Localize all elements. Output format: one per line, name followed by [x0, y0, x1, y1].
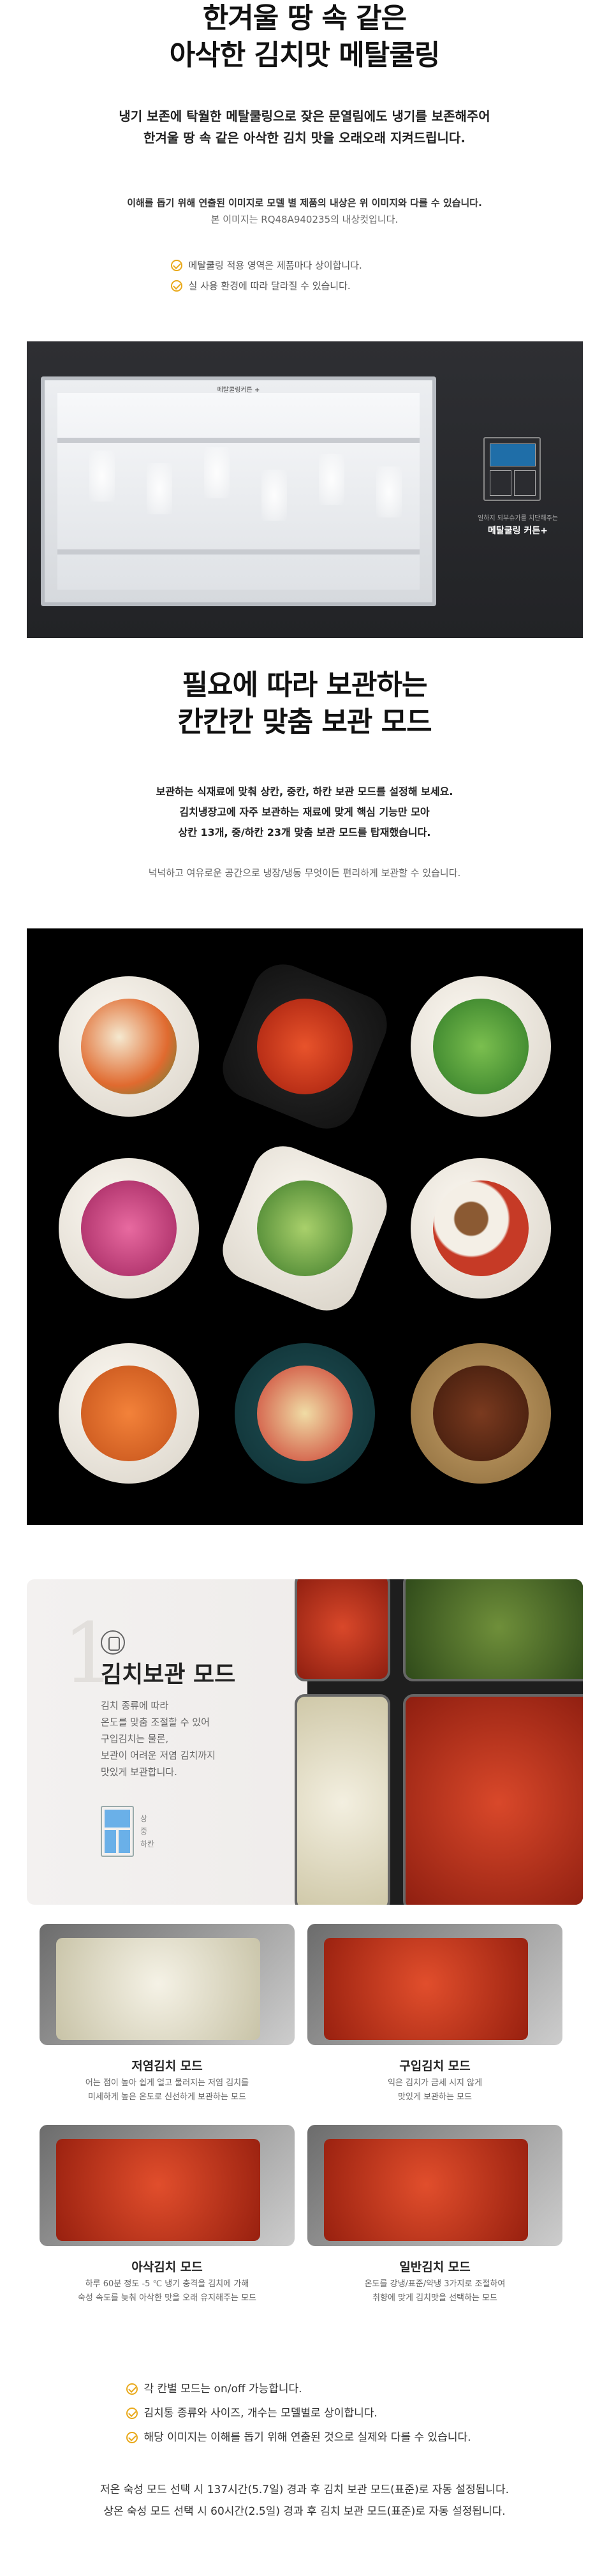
desc-line: 맛있게 보관합니다.: [101, 1766, 177, 1778]
check-text: 실 사용 환경에 따라 달라질 수 있습니다.: [188, 280, 351, 292]
desc-line: 미세하게 높은 온도로 신선하게 보관하는 모드: [88, 2092, 246, 2102]
desc-line: 온도를 강냉/표준/약냉 3가지로 조절하여: [364, 2279, 506, 2289]
mode-description: 익은 김치가 금세 시지 않게 맛있게 보관하는 모드: [307, 2076, 562, 2104]
title-line: 한겨울 땅 속 같은: [202, 2, 407, 34]
desc-line: 보관이 어려운 저염 김치까지: [101, 1750, 216, 1761]
food-plate: [411, 1158, 551, 1299]
title-line: 칸칸칸 맞춤 보관 모드: [177, 706, 432, 738]
note-line: 상온 숙성 모드 선택 시 60시간(2.5일) 경과 후 김치 보관 모드(표…: [103, 2505, 506, 2518]
desc-line: 김치 종류에 따라: [101, 1700, 169, 1711]
desc-line: 구입김치는 물론,: [101, 1733, 169, 1745]
mode-card-low-salt: 저염김치 모드 어는 점이 높아 쉽게 얼고 물러지는 저염 김치를 미세하게 …: [40, 1924, 295, 2104]
kimchi-mode-title: 김치보관 모드: [101, 1662, 236, 1688]
food-plate: [213, 955, 397, 1138]
final-notes: 저온 숙성 모드 선택 시 137시간(5.7일) 경과 후 김치 보관 모드(…: [0, 2479, 609, 2522]
mode-name: 일반김치 모드: [399, 2260, 471, 2274]
mode-card-general: 일반김치 모드 온도를 강냉/표준/약냉 3가지로 조절하여 취향에 맞게 김치…: [307, 2125, 562, 2305]
desc-line: 냉기 보존에 탁월한 메탈쿨링으로 잦은 문열림에도 냉기를 보존해주어: [119, 108, 490, 124]
check-circle-icon: [126, 2432, 138, 2443]
compartment-label: 하칸: [140, 1840, 155, 1849]
check-item: 실 사용 환경에 따라 달라질 수 있습니다.: [170, 276, 439, 296]
compartment-labels: 상 중 하칸: [140, 1812, 154, 1850]
mode-card-crisp: 아삭김치 모드 하루 60분 정도 -5 ℃ 냉기 충격을 김치에 가해 숙성 …: [40, 2125, 295, 2305]
desc-line: 숙성 속도를 늦춰 아삭한 맛을 오래 유지해주는 모드: [77, 2293, 257, 2303]
check-circle-icon: [126, 2408, 138, 2419]
page: 한겨울 땅 속 같은 아삭한 김치맛 메탈쿨링 냉기 보존에 탁월한 메탈쿨링으…: [0, 0, 609, 2576]
check-text: 해당 이미지는 이해를 돕기 위해 연출된 것으로 실제와 다를 수 있습니다.: [143, 2431, 471, 2444]
mode-image: [40, 1924, 295, 2045]
desc-line: 어는 점이 높아 쉽게 얼고 물러지는 저염 김치를: [85, 2078, 249, 2088]
food-plate: [213, 1136, 397, 1320]
image-disclaimer: 이해를 돕기 위해 연출된 이미지로 모델 별 제품의 내상은 위 이미지와 다…: [127, 197, 482, 209]
mode-description: 어는 점이 높아 쉽게 얼고 물러지는 저염 김치를 미세하게 높은 온도로 신…: [40, 2076, 295, 2104]
check-text: 각 칸별 모드는 on/off 가능합니다.: [143, 2383, 302, 2395]
food-plate: [411, 976, 551, 1117]
metal-cooling-title: 한겨울 땅 속 같은 아삭한 김치맛 메탈쿨링: [0, 0, 609, 74]
check-text: 김치통 종류와 사이즈, 개수는 모델별로 상이합니다.: [143, 2407, 378, 2420]
check-item: 각 칸별 모드는 on/off 가능합니다.: [126, 2377, 483, 2401]
food-plate: [235, 1343, 375, 1484]
kimchi-containers-image: [295, 1579, 583, 1905]
desc-line: 보관하는 식재료에 맞춰 상칸, 중칸, 하칸 보관 모드를 설정해 보세요.: [156, 785, 453, 798]
kimchi-mode-description: 김치 종류에 따라 온도를 맞춤 조절할 수 있어 구입김치는 물론, 보관이 …: [101, 1697, 228, 1780]
metal-cooling-banner-image: 메탈쿨링커튼 + 일하지 되부슈가를 치단해주는 메탈쿨링 커튼+: [27, 341, 583, 638]
food-grid-image: [27, 928, 583, 1525]
kimchi-jar-icon: [101, 1630, 125, 1655]
compartment-label: 상: [140, 1814, 148, 1823]
banner-caption: 메탈쿨링 커튼+: [488, 526, 548, 536]
title-line: 필요에 따라 보관하는: [182, 669, 428, 701]
note-line: 저온 숙성 모드 선택 시 137시간(5.7일) 경과 후 김치 보관 모드(…: [99, 2483, 510, 2496]
metal-cooling-notes: 이해를 돕기 위해 연출된 이미지로 모델 별 제품의 내상은 위 이미지와 다…: [0, 195, 609, 228]
desc-line: 김치냉장고에 자주 보관하는 재료에 맞게 핵심 기능만 모아: [179, 806, 430, 818]
metal-cooling-description: 냉기 보존에 탁월한 메탈쿨링으로 잦은 문열림에도 냉기를 보존해주어 한겨울…: [0, 105, 609, 149]
storage-mode-note: 넉넉하고 여유로운 공간으로 냉장/냉동 무엇이든 편리하게 보관할 수 있습니…: [0, 865, 609, 881]
mode-image: [307, 1924, 562, 2045]
food-plate: [59, 1343, 199, 1484]
desc-line: 한겨울 땅 속 같은 아삭한 김치 맛을 오래오래 지켜드립니다.: [143, 130, 466, 145]
mode-name: 구입김치 모드: [399, 2059, 471, 2073]
storage-mode-title: 필요에 따라 보관하는 칸칸칸 맞춤 보관 모드: [0, 667, 609, 741]
check-item: 김치통 종류와 사이즈, 개수는 모델별로 상이합니다.: [126, 2401, 483, 2425]
kimchi-mode-card: 1 김치보관 모드 김치 종류에 따라 온도를 맞춤 조절할 수 있어 구입김치…: [27, 1579, 583, 1905]
mode-image: [40, 2125, 295, 2246]
desc-line: 하루 60분 정도 -5 ℃ 냉기 충격을 김치에 가해: [85, 2279, 249, 2289]
metal-cooling-checklist: 메탈쿨링 적용 영역은 제품마다 상이합니다. 실 사용 환경에 따라 달라질 …: [0, 255, 609, 296]
check-item: 해당 이미지는 이해를 돕기 위해 연출된 것으로 실제와 다를 수 있습니다.: [126, 2425, 483, 2450]
check-text: 메탈쿨링 적용 영역은 제품마다 상이합니다.: [188, 260, 362, 271]
food-plate: [59, 976, 199, 1117]
final-checklist: 각 칸별 모드는 on/off 가능합니다. 김치통 종류와 사이즈, 개수는 …: [0, 2377, 609, 2450]
mode-image: [307, 2125, 562, 2246]
fridge-compartment-icon: [101, 1806, 134, 1857]
check-circle-icon: [170, 280, 182, 292]
fridge-interior-image: 메탈쿨링커튼 +: [41, 376, 436, 606]
storage-mode-description: 보관하는 식재료에 맞춰 상칸, 중칸, 하칸 보관 모드를 설정해 보세요. …: [0, 782, 609, 843]
title-line: 아삭한 김치맛 메탈쿨링: [169, 39, 440, 71]
compartment-label: 중: [140, 1827, 148, 1836]
desc-line: 맛있게 보관하는 모드: [398, 2092, 472, 2102]
note-line: 넉넉하고 여유로운 공간으로 냉장/냉동 무엇이든 편리하게 보관할 수 있습니…: [148, 867, 461, 879]
desc-line: 취향에 맞게 김치맛을 선택하는 모드: [372, 2293, 497, 2303]
desc-line: 상칸 13개, 중/하칸 23개 맞춤 보관 모드를 탑재했습니다.: [178, 826, 431, 838]
check-circle-icon: [126, 2383, 138, 2395]
mode-card-purchased: 구입김치 모드 익은 김치가 금세 시지 않게 맛있게 보관하는 모드: [307, 1924, 562, 2104]
desc-line: 온도를 맞춤 조절할 수 있어: [101, 1716, 210, 1728]
model-note: 본 이미지는 RQ48A940235의 내상컷입니다.: [210, 214, 399, 225]
fridge-label: 메탈쿨링커튼 +: [217, 387, 260, 394]
mode-description: 온도를 강냉/표준/약냉 3가지로 조절하여 취향에 맞게 김치맛을 선택하는 …: [307, 2277, 562, 2305]
mode-name: 저염김치 모드: [131, 2059, 203, 2073]
mode-name: 아삭김치 모드: [131, 2260, 203, 2274]
desc-line: 익은 김치가 금세 시지 않게: [387, 2078, 483, 2088]
banner-caption-small: 일하지 되부슈가를 치단해주는: [478, 515, 558, 522]
food-plate: [411, 1343, 551, 1484]
check-circle-icon: [170, 260, 182, 271]
mode-description: 하루 60분 정도 -5 ℃ 냉기 충격을 김치에 가해 숙성 속도를 늦춰 아…: [40, 2277, 295, 2305]
food-plate: [59, 1158, 199, 1299]
check-item: 메탈쿨링 적용 영역은 제품마다 상이합니다.: [170, 255, 439, 276]
fridge-diagram-icon: [483, 437, 541, 501]
